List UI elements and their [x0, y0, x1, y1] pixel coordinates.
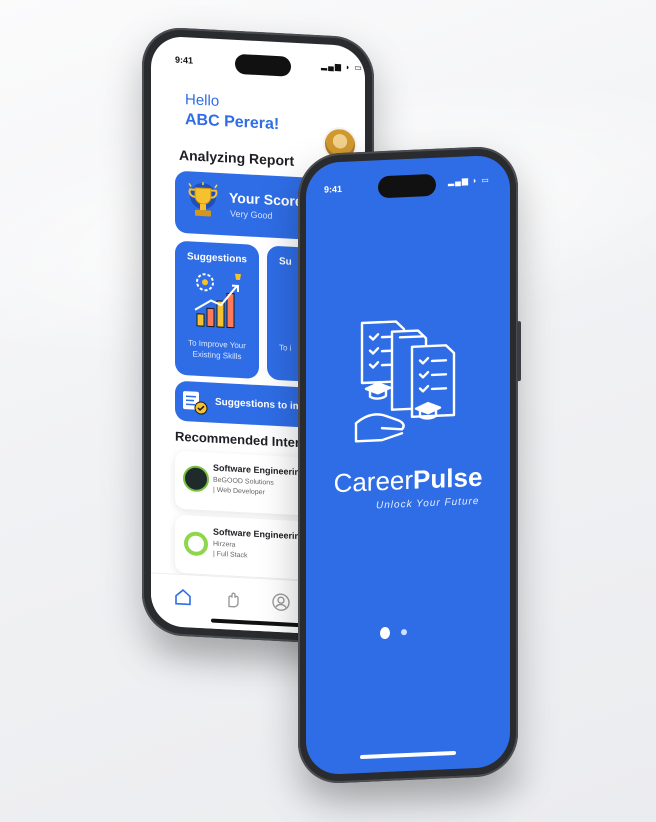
- score-subtitle: Very Good: [230, 208, 273, 221]
- improve-icon: [183, 391, 208, 415]
- brand-light: Career: [333, 464, 414, 499]
- internship-title: Software Engineering: [213, 526, 306, 542]
- company-logo-icon: [184, 531, 208, 557]
- mockup-stage: 9:41 ▂▄▆ ◗ ▭ Hello ABC Perera! Analyzing…: [0, 0, 656, 822]
- profile-icon[interactable]: [271, 592, 291, 613]
- user-name: ABC Perera!: [185, 111, 280, 134]
- app-brand: CareerPulse: [306, 461, 510, 501]
- trophy-icon: [188, 182, 218, 217]
- home-indicator: [211, 618, 301, 628]
- internship-role: | Full Stack: [213, 550, 248, 560]
- suggestion-text: To Improve Your Existing Skills: [188, 338, 246, 362]
- suggestion-title: Suggestions: [186, 251, 247, 266]
- internship-company: BeGOOD Solutions: [213, 476, 274, 487]
- home-icon[interactable]: [173, 587, 193, 608]
- side-button: [517, 321, 521, 382]
- home-indicator: [360, 750, 456, 760]
- section-title-analyzing: Analyzing Report: [179, 146, 295, 169]
- section-title-recommended: Recommended Intern: [175, 428, 308, 451]
- career-pulse-logo-icon: [354, 320, 456, 443]
- brand-bold: Pulse: [413, 461, 483, 495]
- dynamic-island: [235, 53, 291, 77]
- front-phone: 9:41 ▂▄▆ ◗ ▭ CareerPulse Unlock Your Fut…: [298, 145, 521, 785]
- splash-screen: 9:41 ▂▄▆ ◗ ▭ CareerPulse Unlock Your Fut…: [306, 154, 510, 776]
- tagline: Unlock Your Future: [376, 495, 480, 512]
- hand-icon[interactable]: [223, 589, 243, 610]
- growth-chart-icon: [194, 273, 241, 329]
- suggestion-card-skills[interactable]: Suggestions To Improve Your Existing Ski…: [175, 240, 259, 380]
- status-icons: ▂▄▆ ◗ ▭: [321, 61, 363, 73]
- dynamic-island: [378, 173, 436, 199]
- status-time: 9:41: [324, 183, 343, 195]
- loading-dot: [401, 629, 407, 636]
- status-time: 9:41: [175, 54, 194, 66]
- greeting: Hello: [185, 91, 220, 110]
- improve-banner-text: Suggestions to imp: [215, 396, 308, 413]
- internship-company: Hirzera: [213, 540, 236, 549]
- company-logo-icon: [183, 465, 209, 493]
- status-icons: ▂▄▆ ◗ ▭: [448, 175, 490, 187]
- internship-title: Software Engineering: [213, 462, 306, 478]
- loading-dot-active: [380, 626, 390, 640]
- internship-role: | Web Developer: [213, 486, 265, 497]
